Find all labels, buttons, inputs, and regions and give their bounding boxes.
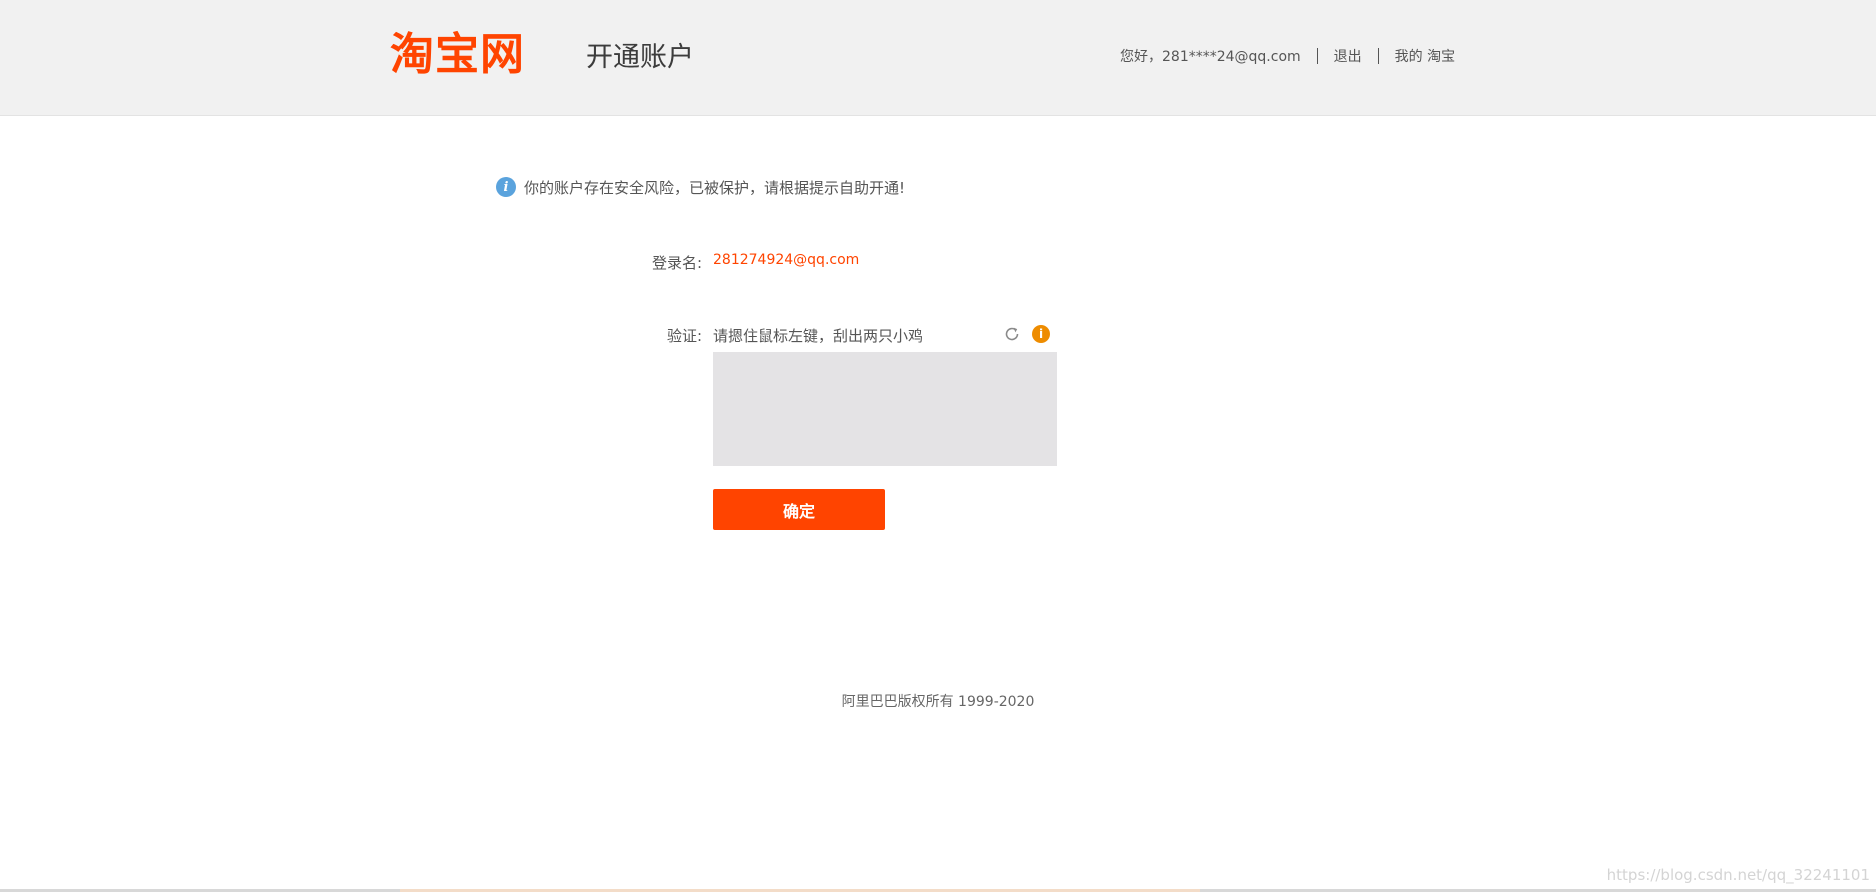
divider — [1316, 48, 1318, 64]
info-icon: i — [496, 177, 516, 197]
notice-text: 你的账户存在安全风险，已被保护，请根据提示自助开通! — [524, 178, 906, 197]
footer-copyright: 阿里巴巴版权所有 1999-2020 — [841, 694, 1035, 710]
login-name-value: 281274924@qq.com — [713, 252, 860, 268]
watermark: https://blog.csdn.net/qq_32241101 — [1606, 866, 1870, 884]
help-info-icon[interactable]: i — [1032, 325, 1050, 343]
taobao-logo[interactable]: 淘宝网 — [390, 30, 525, 80]
verify-hint: 请摁住鼠标左键，刮出两只小鸡 — [713, 327, 924, 345]
user-greeting: 您好，281****24@qq.com — [1120, 49, 1301, 65]
scratch-captcha-area[interactable] — [713, 352, 1057, 466]
page-title: 开通账户 — [586, 42, 694, 73]
top-header: 淘宝网 开通账户 您好，281****24@qq.com 退出 我的 淘宝 — [0, 0, 1876, 116]
my-taobao-link[interactable]: 我的 淘宝 — [1395, 46, 1455, 66]
login-name-label: 登录名: — [651, 254, 702, 272]
logout-link[interactable]: 退出 — [1334, 46, 1362, 66]
confirm-button[interactable]: 确定 — [713, 489, 885, 530]
refresh-icon[interactable] — [1003, 325, 1021, 343]
divider — [1377, 48, 1379, 64]
verify-label: 验证: — [666, 327, 702, 345]
security-notice: i 你的账户存在安全风险，已被保护，请根据提示自助开通! — [496, 176, 905, 198]
user-bar: 您好，281****24@qq.com 退出 我的 淘宝 — [1120, 46, 1455, 66]
